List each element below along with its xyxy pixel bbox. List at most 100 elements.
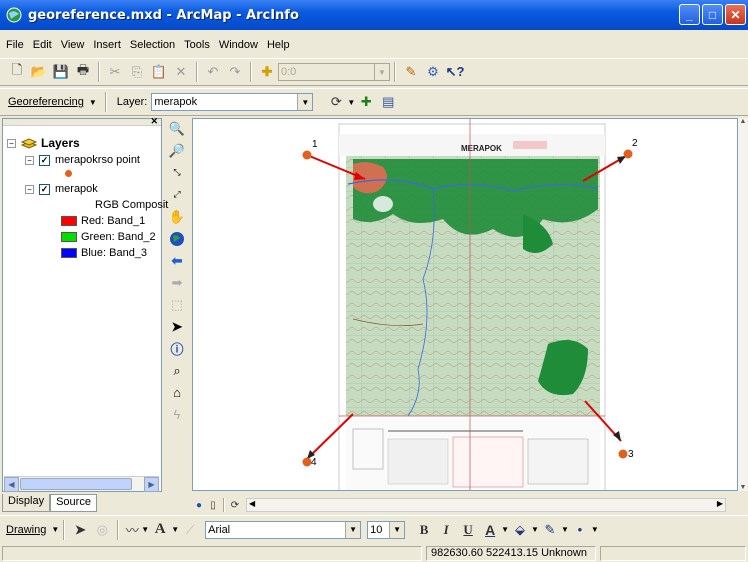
editor-toolbar-icon[interactable]: ✎ bbox=[400, 61, 422, 83]
find-binoculars-icon[interactable]: ⌕ bbox=[167, 360, 187, 381]
scroll-up-icon[interactable]: ▲ bbox=[738, 118, 748, 125]
paste-icon[interactable]: 📋 bbox=[148, 61, 170, 83]
toc-close-icon[interactable]: ✕ bbox=[150, 116, 158, 127]
toc-layer-points[interactable]: − ✓ merapokrso point bbox=[25, 154, 140, 166]
data-view-icon[interactable]: ● bbox=[192, 494, 206, 516]
dropdown-arrow-icon[interactable]: ▼ bbox=[171, 525, 179, 534]
dropdown-arrow-icon[interactable]: ▼ bbox=[501, 525, 509, 534]
dropdown-arrow-icon[interactable]: ▼ bbox=[561, 525, 569, 534]
maximize-button[interactable]: □ bbox=[702, 4, 723, 25]
close-button[interactable]: ✕ bbox=[725, 4, 746, 25]
zoom-out-icon[interactable]: 🔎 bbox=[167, 140, 187, 161]
cut-icon[interactable]: ✂ bbox=[104, 61, 126, 83]
add-data-icon[interactable]: ✚ bbox=[256, 61, 278, 83]
fixed-zoom-in-icon[interactable]: ⤡ bbox=[167, 162, 187, 183]
band-green: Green: Band_2 bbox=[61, 231, 156, 243]
copy-icon[interactable]: ⎘ bbox=[126, 61, 148, 83]
control-point[interactable] bbox=[623, 149, 633, 159]
scroll-right-icon[interactable]: ▶ bbox=[717, 499, 723, 508]
menu-tools[interactable]: Tools bbox=[184, 39, 210, 51]
minimize-button[interactable]: _ bbox=[679, 4, 700, 25]
dropdown-arrow-icon[interactable]: ▼ bbox=[591, 525, 599, 534]
menu-file[interactable]: File bbox=[6, 39, 24, 51]
map-canvas[interactable]: MERAPOK 1 2 3 4 bbox=[193, 119, 738, 491]
title-bar: georeference.mxd - ArcMap - ArcInfo _ □ … bbox=[0, 0, 748, 30]
whats-this-help-icon[interactable]: ↖? bbox=[444, 61, 466, 83]
collapse-icon[interactable]: − bbox=[7, 138, 16, 148]
zoom-in-icon[interactable]: 🔍 bbox=[167, 118, 187, 139]
save-icon[interactable]: 💾 bbox=[50, 61, 72, 83]
view-link-table-icon[interactable]: ▤ bbox=[377, 91, 399, 113]
collapse-icon[interactable]: − bbox=[25, 155, 34, 165]
scroll-left-icon[interactable]: ◀ bbox=[249, 499, 255, 508]
scroll-right-icon[interactable]: ▶ bbox=[144, 477, 159, 492]
scroll-thumb[interactable] bbox=[20, 478, 132, 490]
select-features-icon[interactable]: ⬚ bbox=[167, 294, 187, 315]
new-line-icon[interactable]: 〰 bbox=[123, 519, 141, 541]
tab-source[interactable]: Source bbox=[50, 494, 97, 512]
new-document-icon[interactable]: 🗋 bbox=[6, 61, 28, 83]
dropdown-arrow-icon[interactable]: ▼ bbox=[141, 525, 149, 534]
collapse-icon[interactable]: − bbox=[25, 184, 34, 194]
open-folder-icon[interactable]: 📂 bbox=[28, 61, 50, 83]
font-size-value: 10 bbox=[370, 523, 383, 536]
font-select[interactable]: Arial ▼ bbox=[205, 520, 362, 539]
identify-icon[interactable]: ⓘ bbox=[167, 338, 187, 359]
map-vertical-scrollbar[interactable]: ▲ ▼ bbox=[738, 118, 748, 491]
layer-visibility-checkbox[interactable]: ✓ bbox=[39, 154, 50, 166]
font-color-icon[interactable]: A bbox=[479, 519, 501, 541]
chevron-down-icon: ▼ bbox=[389, 521, 405, 538]
menu-view[interactable]: View bbox=[61, 39, 85, 51]
scroll-left-icon[interactable]: ◀ bbox=[4, 477, 19, 492]
scroll-down-icon[interactable]: ▼ bbox=[738, 484, 748, 491]
drawing-menu-button[interactable]: Drawing ▼ bbox=[6, 524, 59, 536]
rotate-tool-icon[interactable]: ⟳ bbox=[325, 91, 347, 113]
redo-icon[interactable]: ↷ bbox=[224, 61, 246, 83]
select-elements-arrow-icon[interactable]: ➤ bbox=[167, 316, 187, 337]
toc-horizontal-scrollbar[interactable]: ◀ ▶ bbox=[4, 476, 159, 492]
map-scale-combo[interactable]: 0:0 ▼ bbox=[278, 63, 390, 81]
dropdown-arrow-icon[interactable]: ▼ bbox=[531, 525, 539, 534]
undo-icon[interactable]: ↶ bbox=[202, 61, 224, 83]
fixed-zoom-out-icon[interactable]: ⤢ bbox=[167, 184, 187, 205]
line-color-icon[interactable]: ✎ bbox=[539, 519, 561, 541]
delete-icon[interactable]: ✕ bbox=[170, 61, 192, 83]
bold-button[interactable]: B bbox=[413, 519, 435, 541]
fill-color-icon[interactable]: ⬙ bbox=[509, 519, 531, 541]
full-extent-globe-icon[interactable] bbox=[167, 228, 187, 249]
tab-display[interactable]: Display bbox=[2, 494, 51, 512]
refresh-icon[interactable]: ⟳ bbox=[228, 494, 242, 516]
menu-help[interactable]: Help bbox=[267, 39, 290, 51]
underline-button[interactable]: U bbox=[457, 519, 479, 541]
hyperlink-icon[interactable]: ϟ bbox=[167, 404, 187, 425]
measure-icon[interactable]: ⌂ bbox=[167, 382, 187, 403]
marker-color-icon[interactable]: • bbox=[569, 519, 591, 541]
menu-edit[interactable]: Edit bbox=[33, 39, 52, 51]
italic-button[interactable]: I bbox=[435, 519, 457, 541]
print-icon[interactable]: 🖶 bbox=[72, 61, 94, 83]
back-extent-icon[interactable]: ⬅ bbox=[167, 250, 187, 271]
control-point[interactable] bbox=[302, 150, 312, 160]
menu-window[interactable]: Window bbox=[219, 39, 258, 51]
toc-root-layers[interactable]: − Layers bbox=[7, 136, 80, 150]
menu-insert[interactable]: Insert bbox=[93, 39, 121, 51]
new-text-icon[interactable]: A bbox=[149, 519, 171, 541]
georeferencing-menu-button[interactable]: Georeferencing ▼ bbox=[8, 96, 97, 108]
pan-hand-icon[interactable]: ✋ bbox=[167, 206, 187, 227]
add-control-points-icon[interactable]: ✚ bbox=[355, 91, 377, 113]
select-elements-arrow-icon[interactable]: ➤ bbox=[69, 519, 91, 541]
layout-view-icon[interactable]: ▯ bbox=[206, 494, 220, 516]
toc-layer-raster[interactable]: − ✓ merapok bbox=[25, 183, 98, 195]
map-view[interactable]: MERAPOK 1 2 3 4 bbox=[192, 118, 738, 491]
forward-extent-icon[interactable]: ➡ bbox=[167, 272, 187, 293]
edit-vertices-icon[interactable]: ⟋ bbox=[179, 519, 201, 541]
layer-visibility-checkbox[interactable]: ✓ bbox=[39, 183, 50, 195]
rotate-dropdown-icon[interactable]: ▼ bbox=[347, 98, 355, 107]
layer-select[interactable]: merapok ▼ bbox=[151, 93, 314, 111]
arctoolbox-icon[interactable]: ⚙ bbox=[422, 61, 444, 83]
rotate-element-icon[interactable]: ◎ bbox=[91, 519, 113, 541]
font-size-select[interactable]: 10 ▼ bbox=[367, 520, 406, 539]
map-horizontal-scrollbar[interactable]: ◀ ▶ bbox=[246, 498, 726, 512]
control-point[interactable] bbox=[618, 449, 628, 459]
menu-selection[interactable]: Selection bbox=[130, 39, 175, 51]
